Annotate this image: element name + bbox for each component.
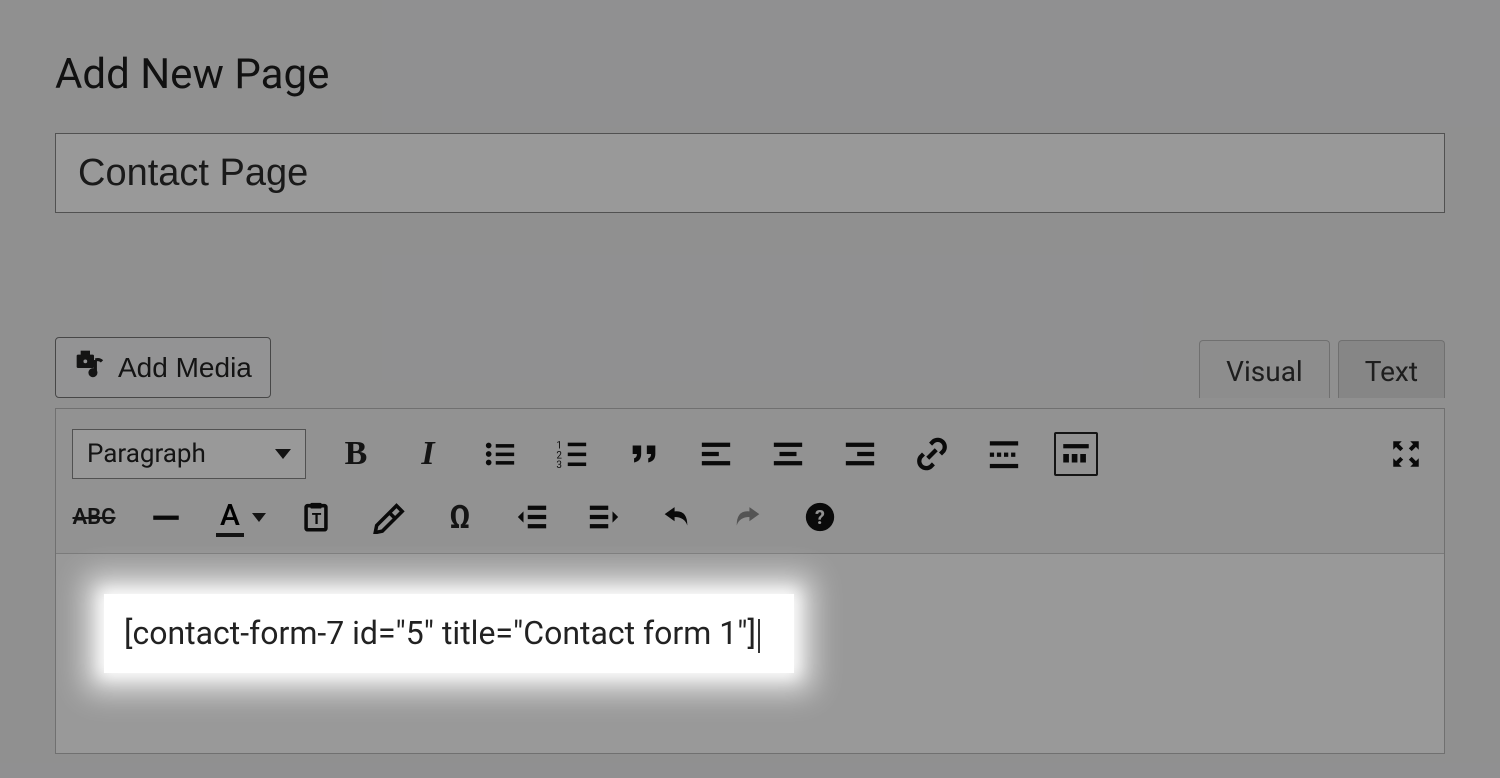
editor-container: Paragraph B I 123 — [55, 408, 1445, 754]
bullet-list-button[interactable] — [478, 432, 522, 476]
add-media-button[interactable]: Add Media — [55, 337, 271, 398]
text-color-icon: A — [216, 498, 244, 537]
undo-button[interactable] — [654, 495, 698, 539]
help-button[interactable]: ? — [798, 495, 842, 539]
page-title: Add New Page — [55, 50, 1445, 99]
chevron-down-icon — [275, 449, 291, 459]
align-left-button[interactable] — [694, 432, 738, 476]
fullscreen-button[interactable] — [1384, 432, 1428, 476]
paste-text-button[interactable]: T — [294, 495, 338, 539]
horizontal-rule-button[interactable] — [144, 495, 188, 539]
editor-toolbar: Paragraph B I 123 — [56, 409, 1444, 554]
special-character-button[interactable]: Ω — [438, 495, 482, 539]
editor-content-area[interactable]: [contact-form-7 id="5" title="Contact fo… — [56, 554, 1444, 753]
blockquote-button[interactable] — [622, 432, 666, 476]
svg-text:3: 3 — [556, 460, 562, 471]
toolbar-toggle-button[interactable] — [1054, 432, 1098, 476]
clear-formatting-button[interactable] — [366, 495, 410, 539]
svg-text:?: ? — [815, 506, 825, 529]
align-right-button[interactable] — [838, 432, 882, 476]
format-dropdown[interactable]: Paragraph — [72, 429, 306, 479]
add-media-label: Add Media — [118, 352, 252, 384]
italic-button[interactable]: I — [406, 432, 450, 476]
align-center-button[interactable] — [766, 432, 810, 476]
camera-music-icon — [74, 348, 106, 387]
redo-button[interactable] — [726, 495, 770, 539]
chevron-down-icon — [252, 513, 266, 522]
read-more-button[interactable] — [982, 432, 1026, 476]
format-dropdown-label: Paragraph — [87, 439, 206, 469]
page-title-input[interactable] — [55, 133, 1445, 213]
outdent-button[interactable] — [510, 495, 554, 539]
numbered-list-button[interactable]: 123 — [550, 432, 594, 476]
editor-tabs: Visual Text — [1199, 340, 1445, 398]
tab-visual[interactable]: Visual — [1199, 340, 1330, 398]
shortcode-text: [contact-form-7 id="5" title="Contact fo… — [124, 614, 756, 652]
link-button[interactable] — [910, 432, 954, 476]
editor-shortcode-text[interactable]: [contact-form-7 id="5" title="Contact fo… — [104, 594, 794, 673]
text-cursor — [758, 619, 760, 653]
bold-button[interactable]: B — [334, 432, 378, 476]
indent-button[interactable] — [582, 495, 626, 539]
text-color-button[interactable]: A — [216, 498, 266, 537]
svg-text:T: T — [312, 510, 322, 528]
strikethrough-button[interactable]: ABC — [72, 495, 116, 539]
tab-text[interactable]: Text — [1338, 340, 1445, 398]
